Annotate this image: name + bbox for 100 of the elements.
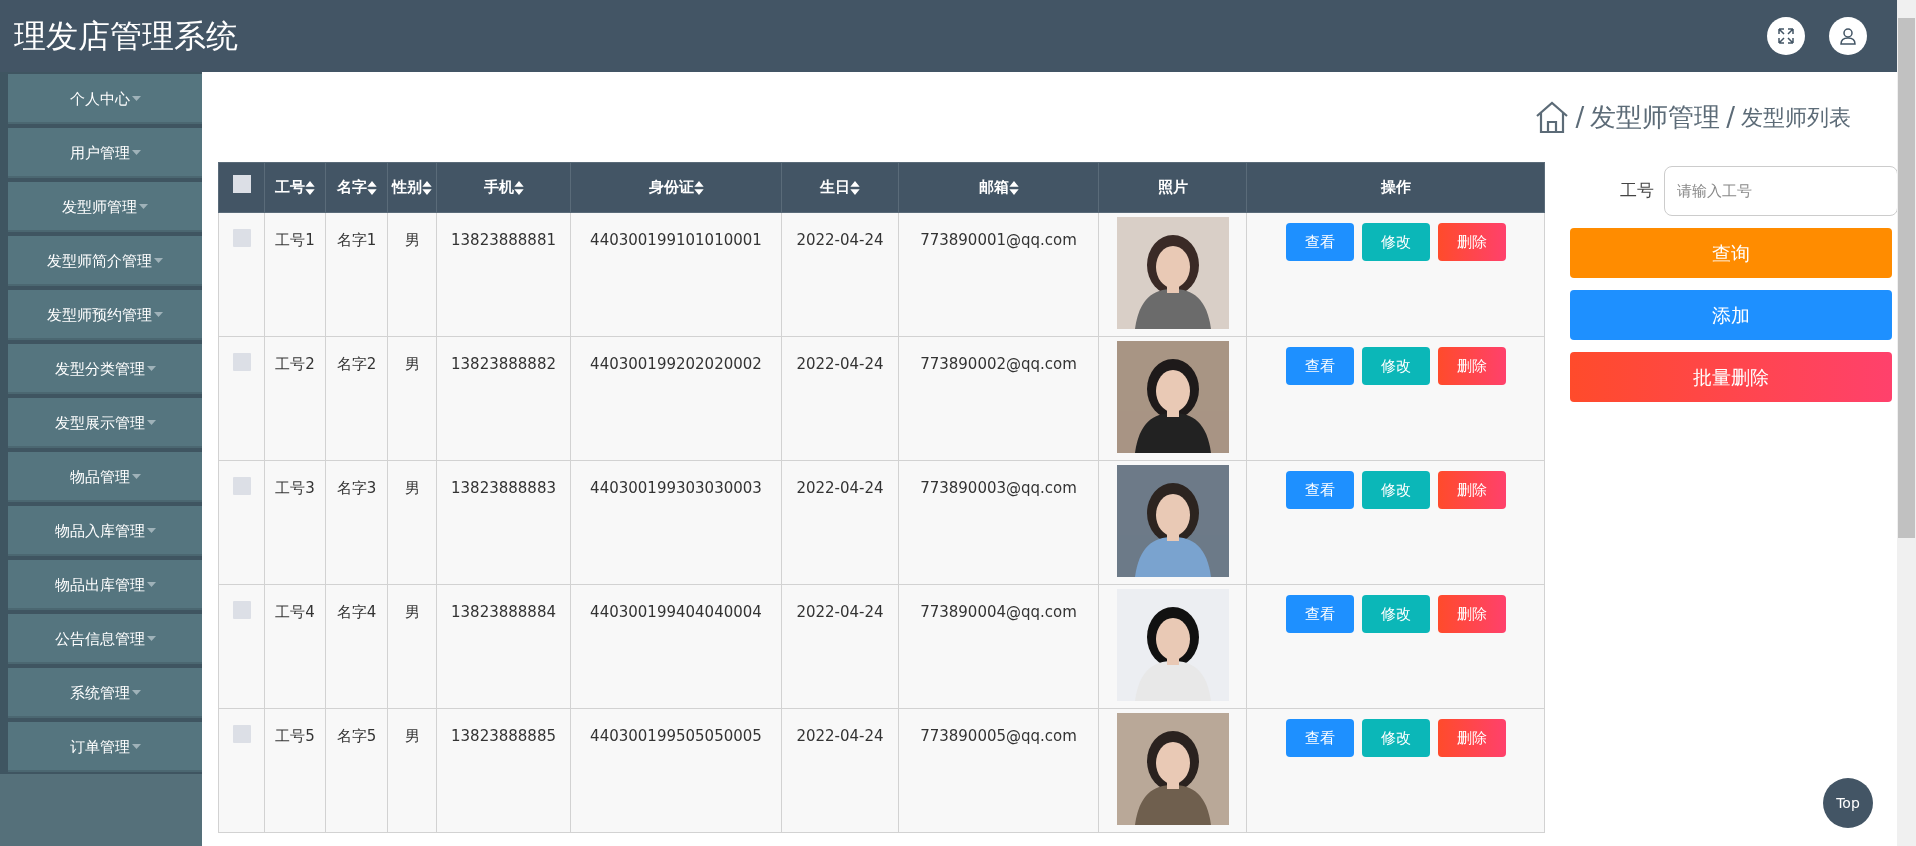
expand-icon <box>1777 27 1795 45</box>
table-cell: 名字4 <box>336 603 377 621</box>
search-label: 工号 <box>1620 179 1654 203</box>
table-cell: 773890001@qq.com <box>920 231 1077 249</box>
caret-icon <box>131 96 141 102</box>
table-cell: 2022-04-24 <box>796 603 884 621</box>
table-cell: 2022-04-24 <box>796 727 884 745</box>
row-checkbox[interactable] <box>232 229 251 247</box>
caret-icon <box>131 474 141 480</box>
batch-delete-button[interactable]: 批量删除 <box>1570 352 1892 402</box>
table-cell: 工号4 <box>275 603 315 621</box>
view-button[interactable]: 查看 <box>1285 471 1354 509</box>
sort-icon <box>1008 180 1019 195</box>
column-header[interactable]: 生日 <box>820 176 860 199</box>
caret-icon <box>146 366 156 372</box>
caret-icon <box>146 582 156 588</box>
sort-icon <box>422 180 432 195</box>
table-cell: 13823888882 <box>451 355 556 373</box>
delete-button[interactable]: 删除 <box>1437 595 1506 633</box>
select-all-checkbox[interactable] <box>232 175 251 194</box>
table-cell: 2022-04-24 <box>796 355 884 373</box>
table-cell: 13823888885 <box>451 727 556 745</box>
delete-button[interactable]: 删除 <box>1437 719 1506 757</box>
table-cell: 名字2 <box>336 355 377 373</box>
sidebar-item[interactable]: 发型展示管理 <box>8 398 202 448</box>
caret-icon <box>131 744 141 750</box>
employee-id-field[interactable]: 请输入工号 <box>1664 166 1897 216</box>
caret-icon <box>154 258 163 264</box>
sort-icon <box>305 180 315 195</box>
add-button[interactable]: 添加 <box>1570 290 1892 340</box>
sidebar-item[interactable]: 发型师管理 <box>8 182 202 232</box>
table-cell: 男 <box>404 603 420 621</box>
table-cell: 男 <box>404 727 420 745</box>
delete-button[interactable]: 删除 <box>1437 223 1506 261</box>
table-cell: 2022-04-24 <box>796 479 884 497</box>
table-cell: 440300199202020002 <box>590 355 762 373</box>
sidebar-item[interactable]: 系统管理 <box>8 668 202 718</box>
sidebar-item[interactable]: 物品出库管理 <box>8 560 202 610</box>
sidebar-item[interactable]: 物品管理 <box>8 452 202 502</box>
sidebar-item[interactable]: 订单管理 <box>8 722 202 772</box>
row-checkbox[interactable] <box>232 725 251 743</box>
caret-icon <box>154 312 163 318</box>
fullscreen-button[interactable] <box>1767 17 1805 55</box>
column-header[interactable]: 身份证 <box>648 176 704 199</box>
table-cell: 工号2 <box>275 355 315 373</box>
table-cell: 440300199404040004 <box>590 603 762 621</box>
sidebar-item[interactable]: 用户管理 <box>8 128 202 178</box>
table-cell: 440300199505050005 <box>590 727 762 745</box>
sort-icon <box>850 180 860 195</box>
view-button[interactable]: 查看 <box>1285 719 1354 757</box>
table-cell: 名字5 <box>336 727 377 745</box>
caret-icon <box>139 204 148 210</box>
table-cell: 773890002@qq.com <box>920 355 1077 373</box>
sidebar-item[interactable]: 发型分类管理 <box>8 344 202 394</box>
caret-icon <box>146 420 156 426</box>
home-icon[interactable] <box>1535 100 1570 134</box>
breadcrumb-current: 发型师列表 <box>1741 103 1851 132</box>
view-button[interactable]: 查看 <box>1285 347 1354 385</box>
sidebar-item[interactable]: 物品入库管理 <box>8 506 202 556</box>
table-cell: 工号3 <box>275 479 315 497</box>
table-cell: 2022-04-24 <box>796 231 884 249</box>
table-cell: 773890005@qq.com <box>920 727 1077 745</box>
column-header[interactable]: 操作 <box>1380 176 1411 199</box>
delete-button[interactable]: 删除 <box>1437 471 1506 509</box>
table-cell: 440300199303030003 <box>590 479 762 497</box>
table-cell: 13823888883 <box>451 479 556 497</box>
table-cell: 工号5 <box>275 727 315 745</box>
delete-button[interactable]: 删除 <box>1437 347 1506 385</box>
table-cell: 男 <box>404 479 420 497</box>
row-checkbox[interactable] <box>232 353 251 371</box>
caret-icon <box>131 690 141 696</box>
scrollbar[interactable] <box>1897 0 1916 846</box>
sort-icon <box>693 180 704 195</box>
table-cell: 773890004@qq.com <box>920 603 1077 621</box>
table-cell: 13823888881 <box>451 231 556 249</box>
sort-icon <box>513 180 524 195</box>
caret-icon <box>131 150 141 156</box>
table-cell: 名字1 <box>336 231 377 249</box>
sidebar-item[interactable]: 发型师预约管理 <box>8 290 202 340</box>
sidebar-item[interactable]: 个人中心 <box>8 74 202 124</box>
sidebar-item[interactable]: 公告信息管理 <box>8 614 202 664</box>
sidebar-item[interactable]: 发型师简介管理 <box>8 236 202 286</box>
column-header[interactable]: 手机 <box>483 176 524 199</box>
user-icon <box>1839 27 1857 45</box>
breadcrumb-separator: / <box>1575 100 1585 134</box>
breadcrumb-link[interactable]: 发型师管理 <box>1590 97 1721 137</box>
table-cell: 男 <box>404 231 420 249</box>
table-cell: 13823888884 <box>451 603 556 621</box>
column-header[interactable]: 照片 <box>1157 176 1188 199</box>
table-cell: 名字3 <box>336 479 377 497</box>
table-cell: 男 <box>404 355 420 373</box>
view-button[interactable]: 查看 <box>1285 595 1354 633</box>
app-title: 理发店管理系统 <box>14 16 238 56</box>
sort-icon <box>366 180 377 195</box>
row-checkbox[interactable] <box>232 477 251 495</box>
caret-icon <box>146 528 156 534</box>
view-button[interactable]: 查看 <box>1285 223 1354 261</box>
user-button[interactable] <box>1829 17 1867 55</box>
column-header[interactable]: 邮箱 <box>978 176 1019 199</box>
row-checkbox[interactable] <box>232 601 251 619</box>
